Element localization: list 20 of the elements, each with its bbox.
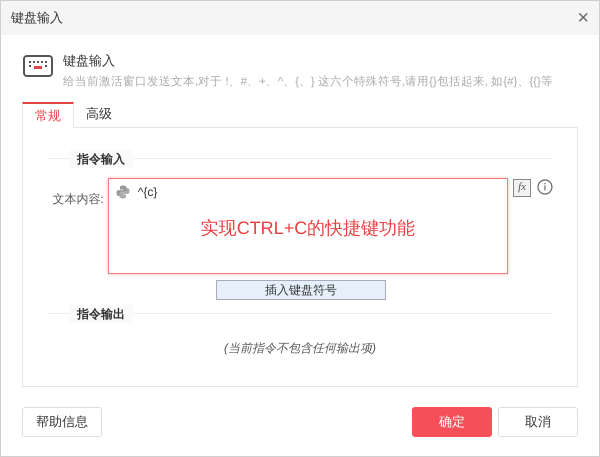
annotation: 实现CTRL+C的快捷键功能 xyxy=(200,216,416,240)
section-title: 指令输入 xyxy=(69,150,133,168)
window-title: 键盘输入 xyxy=(11,9,63,28)
keyboard-icon xyxy=(23,55,53,77)
empty-message: (当前指令不包含任何输出项) xyxy=(224,340,376,357)
section-title: 指令输出 xyxy=(69,304,133,323)
field-value: ^{c} xyxy=(138,184,158,201)
description: 给当前激活窗口发送文本,对于 !、#、+、^、{、} 这六个特殊符号,请用{}包括起来, 如{#}、{{}等 xyxy=(63,74,553,90)
tab[interactable]: 常规 xyxy=(22,102,74,128)
close-button[interactable]: × xyxy=(577,8,589,28)
header-title: 键盘输入 xyxy=(63,52,116,70)
text-field[interactable]: ^{c} 实现CTRL+C的快捷键功能 xyxy=(108,178,508,274)
tab[interactable]: 高级 xyxy=(74,100,124,127)
help-button[interactable]: 帮助信息 xyxy=(22,406,102,437)
insert-button[interactable]: 插入键盘符号 xyxy=(216,280,386,300)
formula-button[interactable]: fx xyxy=(513,178,532,197)
snake-icon xyxy=(116,184,130,199)
field-label: 文本内容: xyxy=(51,190,105,208)
info-icon[interactable] xyxy=(537,178,554,195)
cancel-button[interactable]: 取消 xyxy=(498,406,578,437)
